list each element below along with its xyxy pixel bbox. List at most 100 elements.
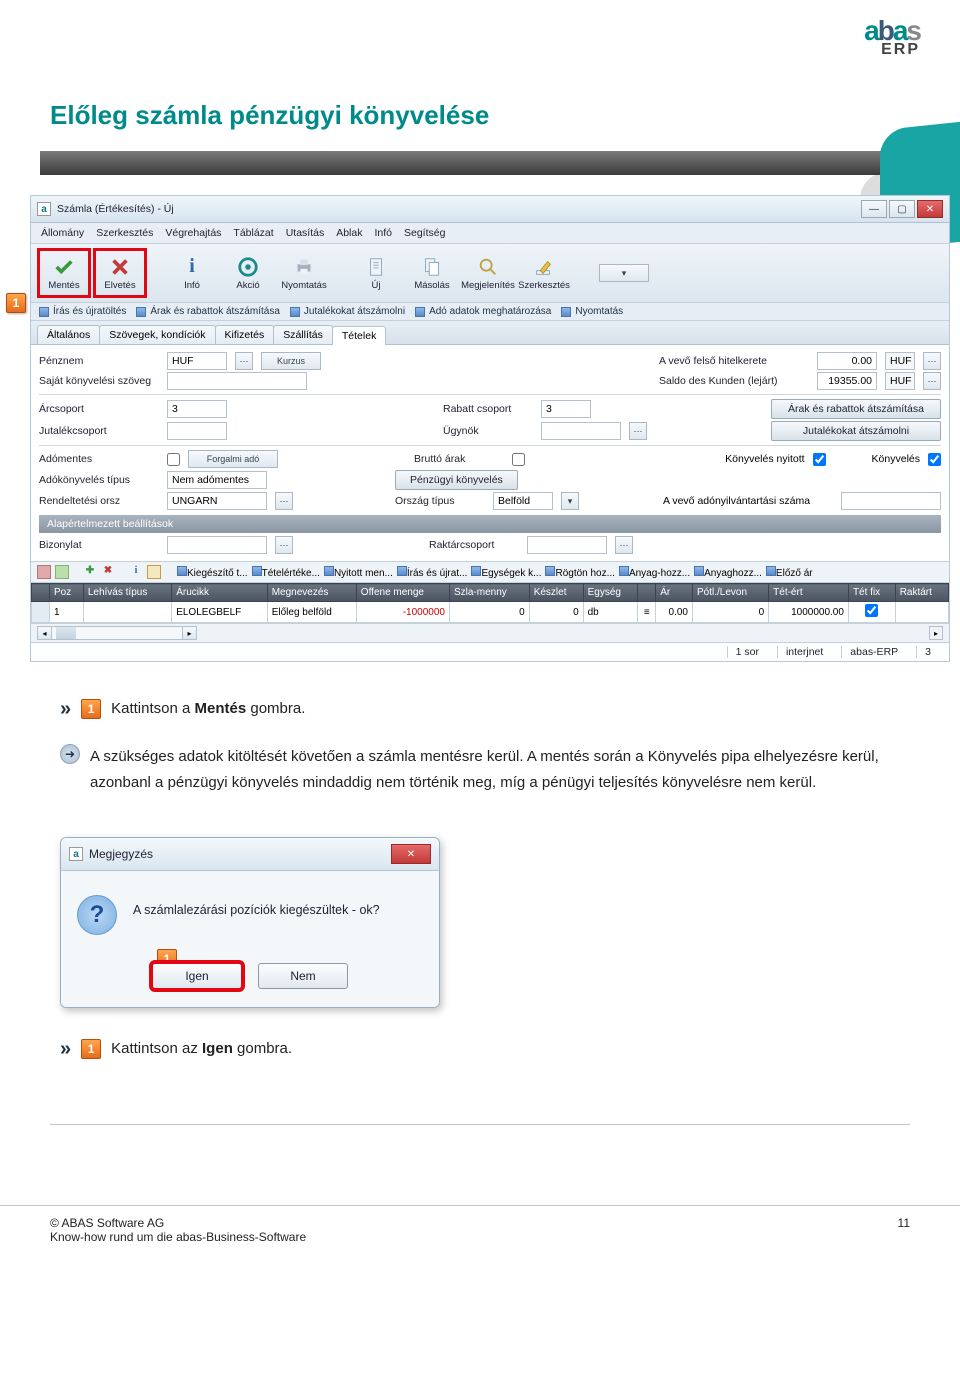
menu-allomany[interactable]: Állomány xyxy=(41,227,84,239)
gridbar-link[interactable]: Írás és újrat... xyxy=(397,566,468,579)
col-lehivas[interactable]: Lehívás típus xyxy=(83,584,171,602)
maximize-button[interactable]: ▢ xyxy=(889,200,915,218)
col-szlamenny[interactable]: Szla-menny xyxy=(449,584,529,602)
gridbar-link[interactable]: Anyaghozz... xyxy=(694,566,762,579)
scroll-thumb[interactable] xyxy=(56,627,76,639)
yes-button[interactable]: Igen xyxy=(152,963,242,989)
menu-tablazat[interactable]: Táblázat xyxy=(233,227,273,239)
menu-segitseg[interactable]: Segítség xyxy=(404,227,445,239)
lookup-icon[interactable]: ⋯ xyxy=(275,492,293,510)
brutto-check[interactable] xyxy=(512,453,525,466)
konyveles-check[interactable] xyxy=(928,453,941,466)
lookup-icon[interactable]: ⋯ xyxy=(275,536,293,554)
tab-szallitas[interactable]: Szállítás xyxy=(273,325,333,344)
info-button[interactable]: i Infó xyxy=(165,248,219,298)
tab-altalanos[interactable]: Általános xyxy=(37,325,100,344)
gridbar-link[interactable]: Nyitott men... xyxy=(324,566,393,579)
jutalek-button[interactable]: Jutalékokat átszámolni xyxy=(771,421,941,441)
col-egyseg[interactable]: Egység xyxy=(583,584,638,602)
lookup-icon[interactable]: ⋯ xyxy=(923,372,941,390)
adonyilv-field[interactable] xyxy=(841,492,941,510)
edit-button[interactable]: Szerkesztés xyxy=(517,248,571,298)
col-potl[interactable]: Pótl./Levon xyxy=(692,584,768,602)
tab-tetelek[interactable]: Tételek xyxy=(332,326,386,345)
orszagtipus-field[interactable] xyxy=(493,492,553,510)
konyv-nyitott-check[interactable] xyxy=(813,453,826,466)
dialog-close-button[interactable]: ✕ xyxy=(391,844,431,864)
adomentes-check[interactable] xyxy=(167,453,180,466)
scroll-left-icon[interactable]: ◂ xyxy=(38,627,52,639)
raktarcsoport-field[interactable] xyxy=(527,536,607,554)
rendelt-field[interactable] xyxy=(167,492,267,510)
lookup-icon[interactable]: ⋯ xyxy=(615,536,633,554)
grid-tool-icon[interactable] xyxy=(37,565,51,579)
close-button[interactable]: ✕ xyxy=(917,200,943,218)
copy-button[interactable]: Másolás xyxy=(405,248,459,298)
col-poz[interactable]: Poz xyxy=(50,584,84,602)
gridbar-link[interactable]: Előző ár xyxy=(766,566,813,579)
menu-info[interactable]: Infó xyxy=(374,227,392,239)
col-keszlet[interactable]: Készlet xyxy=(529,584,583,602)
jutalekcsoport-field[interactable] xyxy=(167,422,227,440)
scroll-right-icon[interactable]: ▸ xyxy=(182,627,196,639)
hscroll[interactable]: ◂ ▸ xyxy=(37,626,197,640)
grid-tool-icon[interactable]: ✖ xyxy=(101,565,115,579)
link-nyomt[interactable]: Nyomtatás xyxy=(561,306,623,317)
kurzus-button[interactable]: Kurzus xyxy=(261,352,321,370)
lookup-icon[interactable]: ⋯ xyxy=(235,352,253,370)
link-jutalek[interactable]: Jutalékokat átszámolni xyxy=(290,306,405,317)
no-button[interactable]: Nem xyxy=(258,963,348,989)
gridbar-link[interactable]: Anyag-hozz... xyxy=(619,566,690,579)
tetfix-check[interactable] xyxy=(865,604,878,617)
col-raktar[interactable]: Raktárt xyxy=(895,584,948,602)
menu-ablak[interactable]: Ablak xyxy=(336,227,362,239)
col-tetfix[interactable]: Tét fix xyxy=(848,584,895,602)
grid-tool-icon[interactable] xyxy=(55,565,69,579)
col-tetert[interactable]: Tét-ért xyxy=(769,584,849,602)
rabatt-field[interactable] xyxy=(541,400,591,418)
table-row[interactable]: 1 ELOLEGBELF Előleg belföld -1000000 0 0… xyxy=(32,602,949,623)
save-button[interactable]: Mentés xyxy=(37,248,91,298)
tab-szovegek[interactable]: Szövegek, kondíciók xyxy=(99,325,215,344)
action-button[interactable]: Akció xyxy=(221,248,275,298)
menu-szerkesztes[interactable]: Szerkesztés xyxy=(96,227,153,239)
tab-kifizetes[interactable]: Kifizetés xyxy=(215,325,275,344)
sajat-field[interactable] xyxy=(167,372,307,390)
grid-tool-icon[interactable]: ✚ xyxy=(83,565,97,579)
arcsoport-field[interactable] xyxy=(167,400,227,418)
lookup-icon[interactable]: ⋯ xyxy=(629,422,647,440)
penznem-field[interactable] xyxy=(167,352,227,370)
dropdown-icon[interactable]: ▾ xyxy=(561,492,579,510)
menu-utasitas[interactable]: Utasítás xyxy=(286,227,325,239)
arak-button[interactable]: Árak és rabattok átszámítása xyxy=(771,399,941,419)
adokonyv-field[interactable] xyxy=(167,471,267,489)
menu-vegrehajtas[interactable]: Végrehajtás xyxy=(165,227,221,239)
link-arak[interactable]: Árak és rabattok átszámítása xyxy=(136,306,280,317)
gridbar-link[interactable]: Tételértéke... xyxy=(252,566,320,579)
forgalmi-button[interactable]: Forgalmi adó xyxy=(188,450,278,468)
scroll-right-end-icon[interactable]: ▸ xyxy=(929,626,943,640)
grid-tool-icon[interactable] xyxy=(147,565,161,579)
discard-button[interactable]: Elvetés xyxy=(93,248,147,298)
bizonylat-field[interactable] xyxy=(167,536,267,554)
col-offene[interactable]: Offene menge xyxy=(356,584,449,602)
minimize-button[interactable]: — xyxy=(861,200,887,218)
col-arucikk[interactable]: Árucikk xyxy=(172,584,268,602)
penzugyi-button[interactable]: Pénzügyi könyvelés xyxy=(395,470,518,490)
view-button[interactable]: Megjelenítés xyxy=(461,248,515,298)
grid-tool-icon[interactable]: i xyxy=(129,565,143,579)
lookup-icon[interactable]: ⋯ xyxy=(923,352,941,370)
col-ar[interactable]: Ár xyxy=(656,584,693,602)
link-ado[interactable]: Adó adatok meghatározása xyxy=(415,306,551,317)
link-iras[interactable]: Írás és újratöltés xyxy=(39,306,126,317)
new-button[interactable]: Új xyxy=(349,248,403,298)
col-megnevezes[interactable]: Megnevezés xyxy=(267,584,356,602)
gridbar-link[interactable]: Egységek k... xyxy=(471,566,541,579)
saldo-field[interactable] xyxy=(817,372,877,390)
gridbar-link[interactable]: Rögtön hoz... xyxy=(545,566,614,579)
gridbar-link[interactable]: Kiegészítő t... xyxy=(177,566,248,579)
print-button[interactable]: Nyomtatás xyxy=(277,248,331,298)
hitelkeret-field[interactable] xyxy=(817,352,877,370)
dropdown-btn[interactable]: ▾ xyxy=(599,264,649,282)
ugynok-field[interactable] xyxy=(541,422,621,440)
